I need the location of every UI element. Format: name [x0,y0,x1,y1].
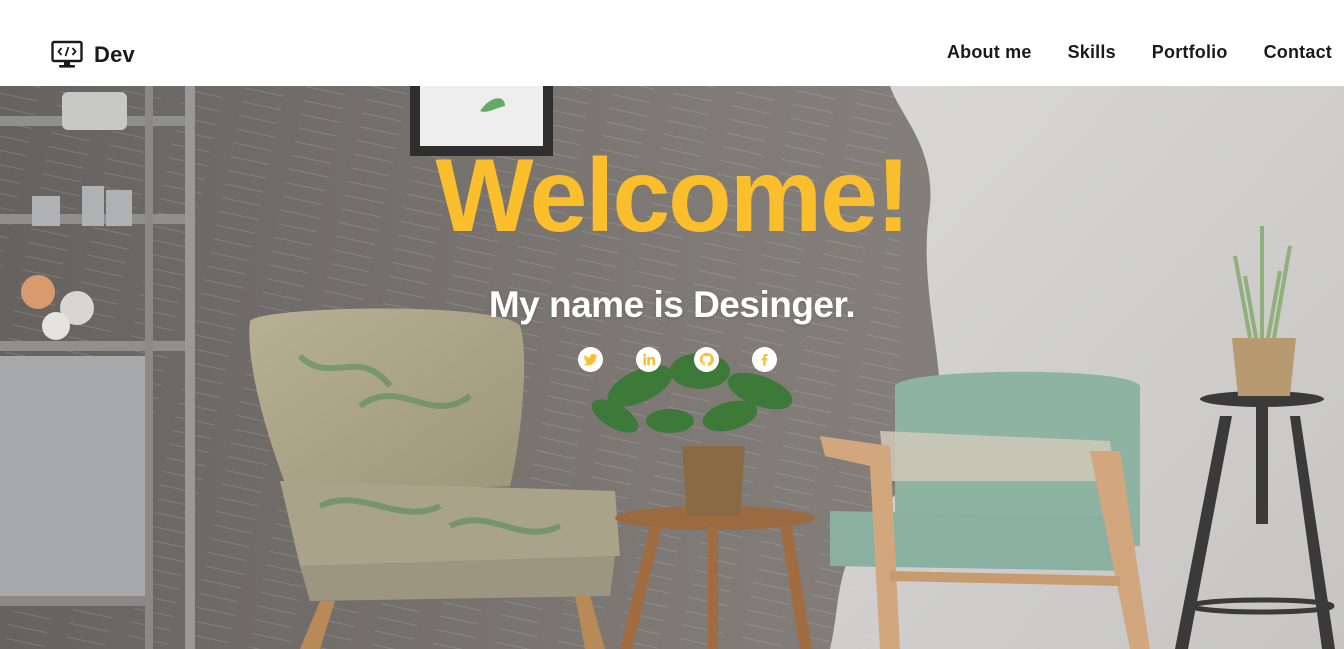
linkedin-link[interactable] [636,346,661,372]
github-link[interactable] [694,346,719,372]
social-links [578,346,777,372]
nav-item-skills[interactable]: Skills [1068,42,1116,63]
linkedin-icon [641,352,656,367]
code-monitor-icon [51,40,83,70]
hero-section: Welcome! My name is Desinger. [0,86,1344,649]
twitter-link[interactable] [578,346,603,372]
twitter-icon [583,352,598,367]
main-nav: About me Skills Portfolio Contact [947,40,1332,64]
github-icon [699,352,714,367]
nav-item-about-me[interactable]: About me [947,42,1032,63]
nav-item-contact[interactable]: Contact [1264,42,1332,63]
brand-name: Dev [94,42,135,67]
brand-logo[interactable]: Dev [51,40,135,70]
hero-subtitle: My name is Desinger. [488,284,856,325]
facebook-link[interactable] [752,346,777,372]
facebook-icon [757,352,772,367]
hero-title: Welcome! [435,138,910,254]
site-header: Dev About me Skills Portfolio Contact [0,0,1344,86]
nav-item-portfolio[interactable]: Portfolio [1152,42,1228,63]
